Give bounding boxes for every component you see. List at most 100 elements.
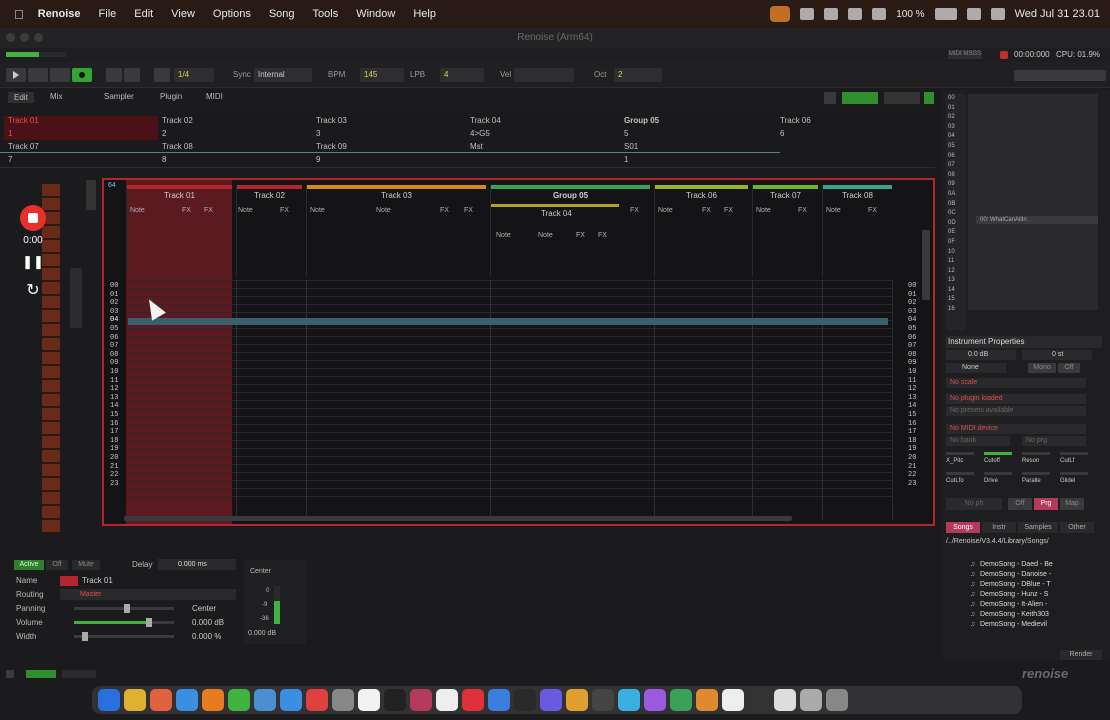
dock-app-icon[interactable] <box>358 689 380 711</box>
seq-track-name[interactable]: Track 06 <box>780 116 811 125</box>
seq-track-name[interactable]: Track 03 <box>316 116 347 125</box>
seq-track-name[interactable]: Track 08 <box>162 142 193 151</box>
note-column-header[interactable]: Note <box>756 207 771 214</box>
note-column-header[interactable]: Note <box>826 207 841 214</box>
scopes-toggle-icon[interactable] <box>824 92 836 104</box>
song-list-item[interactable]: ♫ DemoSong - DBlue - T <box>946 580 1102 590</box>
fx-column-header[interactable]: FX <box>464 207 473 214</box>
plugin-select[interactable]: No plugin loaded <box>946 394 1086 404</box>
macro-knob[interactable]: Reson <box>1022 452 1058 470</box>
seq-track-name[interactable]: Track 09 <box>316 142 347 151</box>
minimize-window-button[interactable] <box>20 33 29 42</box>
midi-monitor[interactable]: MIDI MSGS <box>948 50 982 59</box>
instrument-slot[interactable]: 0F <box>946 238 966 248</box>
phrase-off-button[interactable]: Off <box>1008 498 1032 510</box>
tab-samples[interactable]: Samples <box>1018 522 1058 533</box>
edit-mode-button[interactable] <box>72 68 92 82</box>
song-list-item[interactable]: ♫ DemoSong - It-Alien - <box>946 600 1102 610</box>
dock-app-icon[interactable] <box>670 689 692 711</box>
group-header[interactable]: Group 05 Track 04 <box>490 185 650 277</box>
seq-track-name[interactable]: Track 07 <box>8 142 39 151</box>
instrument-slot[interactable]: 09 <box>946 180 966 190</box>
phrase-select[interactable]: No ph <box>946 498 1002 510</box>
fx-column-header[interactable]: FX <box>598 232 607 239</box>
instrument-slot[interactable]: 02 <box>946 113 966 123</box>
dock-app-icon[interactable] <box>696 689 718 711</box>
tab-plugin[interactable]: Plugin <box>160 92 182 101</box>
track-header[interactable]: Track 06 <box>654 185 748 277</box>
track-color-swatch[interactable] <box>60 576 78 586</box>
phrase-prg-button[interactable]: Prg <box>1034 498 1058 510</box>
instrument-slot[interactable]: 08 <box>946 171 966 181</box>
sync-select[interactable]: Internal <box>254 68 312 82</box>
routing-select[interactable]: Master <box>60 589 236 600</box>
dock-app-icon[interactable] <box>748 689 770 711</box>
note-column-header[interactable]: Note <box>238 207 253 214</box>
fx-column-header[interactable]: FX <box>440 207 449 214</box>
instrument-slot[interactable]: 00 <box>946 94 966 104</box>
wifi-icon[interactable] <box>800 8 815 20</box>
dock-app-icon[interactable] <box>124 689 146 711</box>
instrument-slot[interactable]: 03 <box>946 123 966 133</box>
dock-app-icon[interactable] <box>540 689 562 711</box>
instrument-slot[interactable]: 16 <box>946 305 966 315</box>
dock-app-icon[interactable] <box>332 689 354 711</box>
midi-bank-select[interactable]: No bank <box>946 436 1010 446</box>
instrument-slot[interactable]: 04 <box>946 132 966 142</box>
pattern-division-field[interactable]: 1/4 <box>174 68 214 82</box>
undo-button[interactable] <box>154 68 170 82</box>
menu-options[interactable]: Options <box>213 8 251 20</box>
panning-slider[interactable] <box>74 604 174 613</box>
track-name-field[interactable]: Track 01 <box>82 576 113 585</box>
seq-track-name[interactable]: Track 01 <box>8 116 39 125</box>
fx-column-header[interactable]: FX <box>576 232 585 239</box>
macro-knob[interactable]: CutLf <box>1060 452 1096 470</box>
stop-button[interactable] <box>50 68 70 82</box>
note-column-header[interactable]: Note <box>130 207 145 214</box>
metronome-button[interactable] <box>106 68 122 82</box>
note-column-header[interactable]: Note <box>496 232 511 239</box>
dock-app-icon[interactable] <box>644 689 666 711</box>
track-header[interactable]: Track 02 <box>236 185 302 277</box>
dock-app-icon[interactable] <box>280 689 302 711</box>
macro-knob[interactable]: Glidel <box>1060 472 1096 490</box>
seq-slot[interactable]: 4>G5 <box>470 129 490 138</box>
midi-device-select[interactable]: No MIDI device <box>946 424 1086 434</box>
instrument-slot-area[interactable]: 00: WhatCanAllIn <box>968 94 1098 310</box>
macro-knob[interactable]: Paralle <box>1022 472 1058 490</box>
instrument-slot[interactable]: 14 <box>946 286 966 296</box>
dock-app-icon[interactable] <box>150 689 172 711</box>
instrument-slot[interactable]: 13 <box>946 276 966 286</box>
dock-app-icon[interactable] <box>306 689 328 711</box>
seq-slot[interactable]: 9 <box>316 155 320 164</box>
menubar-datetime[interactable]: Wed Jul 31 23.01 <box>1015 8 1100 20</box>
seq-slot[interactable]: 2 <box>162 129 166 138</box>
selected-instrument[interactable]: 00: WhatCanAllIn <box>976 216 1098 224</box>
menu-file[interactable]: File <box>99 8 117 20</box>
active-button[interactable]: Active <box>14 560 44 570</box>
dock-app-icon[interactable] <box>514 689 536 711</box>
control-center-icon[interactable] <box>990 8 1005 20</box>
close-window-button[interactable] <box>6 33 15 42</box>
song-list-item[interactable]: ♫ DemoSong - Danoise - <box>946 570 1102 580</box>
dock-app-icon[interactable] <box>488 689 510 711</box>
menu-help[interactable]: Help <box>413 8 436 20</box>
tab-sampler[interactable]: Sampler <box>104 92 134 101</box>
seq-slot[interactable]: 1 <box>8 129 12 138</box>
instrument-slot[interactable]: 15 <box>946 295 966 305</box>
instrument-slot[interactable]: 0D <box>946 219 966 229</box>
strip-controls[interactable] <box>70 268 82 328</box>
seq-group-name[interactable]: Group 05 <box>624 116 659 125</box>
record-stop-button[interactable] <box>20 205 46 231</box>
instrument-slot[interactable]: 12 <box>946 267 966 277</box>
instrument-slot[interactable]: 07 <box>946 161 966 171</box>
apple-logo-icon[interactable]:  <box>14 7 24 22</box>
instrument-transpose[interactable]: 0 st <box>1022 350 1092 360</box>
menu-edit[interactable]: Edit <box>134 8 153 20</box>
dock-app-icon[interactable] <box>98 689 120 711</box>
song-list-item[interactable]: ♫ DemoSong - Daed - Be <box>946 560 1102 570</box>
dock-app-icon[interactable] <box>436 689 458 711</box>
instrument-slot[interactable]: 06 <box>946 152 966 162</box>
instrument-slot[interactable]: 0C <box>946 209 966 219</box>
fx-column-header[interactable]: FX <box>204 207 213 214</box>
